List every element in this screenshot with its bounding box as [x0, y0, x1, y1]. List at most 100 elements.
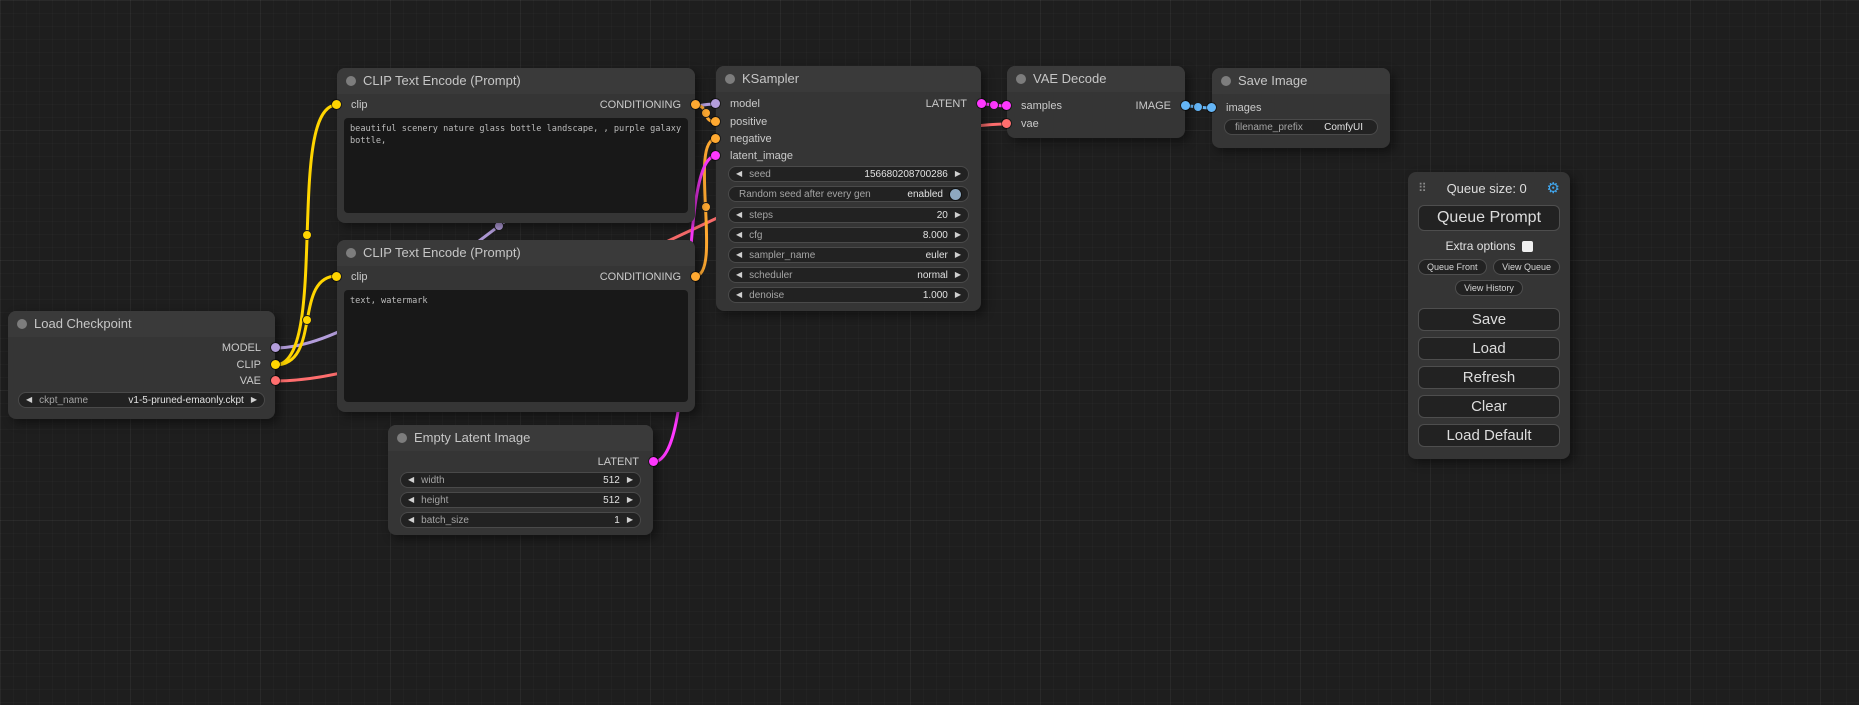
node-clip-text-encode-negative[interactable]: CLIP Text Encode (Prompt) clip CONDITION… [337, 240, 695, 412]
decrement-arrow-icon[interactable]: ◀ [408, 512, 414, 528]
filename-prefix-widget[interactable]: filename_prefix ComfyUI [1224, 119, 1378, 135]
collapse-dot-icon[interactable] [725, 74, 735, 84]
collapse-dot-icon[interactable] [346, 76, 356, 86]
decrement-arrow-icon[interactable]: ◀ [736, 287, 742, 303]
clip-input-port[interactable] [332, 272, 341, 281]
input-samples-label: samples [1021, 99, 1062, 113]
widget-value: 512 [603, 495, 620, 506]
load-default-button[interactable]: Load Default [1418, 424, 1560, 447]
latent-output-port[interactable] [977, 99, 986, 108]
increment-arrow-icon[interactable]: ▶ [955, 287, 961, 303]
seed-widget[interactable]: ◀ seed 156680208700286 ▶ [728, 166, 969, 182]
decrement-arrow-icon[interactable]: ◀ [26, 392, 32, 408]
cfg-widget[interactable]: ◀ cfg 8.000 ▶ [728, 227, 969, 243]
decrement-arrow-icon[interactable]: ◀ [736, 207, 742, 223]
conditioning-output-port[interactable] [691, 272, 700, 281]
images-input-port[interactable] [1207, 103, 1216, 112]
refresh-button[interactable]: Refresh [1418, 366, 1560, 389]
random-seed-toggle-widget[interactable]: Random seed after every gen enabled [728, 186, 969, 202]
negative-input-port[interactable] [711, 134, 720, 143]
vae-output-port[interactable] [271, 376, 280, 385]
decrement-arrow-icon[interactable]: ◀ [408, 492, 414, 508]
positive-input-port[interactable] [711, 117, 720, 126]
node-title-bar[interactable]: Load Checkpoint [8, 311, 275, 337]
collapse-dot-icon[interactable] [1016, 74, 1026, 84]
extra-options-checkbox[interactable] [1522, 241, 1533, 252]
clip-output-port[interactable] [271, 360, 280, 369]
steps-widget[interactable]: ◀ steps 20 ▶ [728, 207, 969, 223]
batch-size-widget[interactable]: ◀ batch_size 1 ▶ [400, 512, 641, 528]
node-vae-decode[interactable]: VAE Decode samples vae IMAGE [1007, 66, 1185, 138]
node-title-bar[interactable]: Save Image [1212, 68, 1390, 94]
model-input-port[interactable] [711, 99, 720, 108]
conditioning-output-port[interactable] [691, 100, 700, 109]
ckpt-name-widget[interactable]: ◀ ckpt_name v1-5-pruned-emaonly.ckpt ▶ [18, 392, 265, 408]
increment-arrow-icon[interactable]: ▶ [955, 166, 961, 182]
save-button[interactable]: Save [1418, 308, 1560, 331]
view-queue-button[interactable]: View Queue [1493, 259, 1560, 275]
increment-arrow-icon[interactable]: ▶ [251, 392, 257, 408]
decrement-arrow-icon[interactable]: ◀ [736, 166, 742, 182]
view-history-button[interactable]: View History [1455, 280, 1523, 296]
collapse-dot-icon[interactable] [17, 319, 27, 329]
increment-arrow-icon[interactable]: ▶ [627, 472, 633, 488]
node-title-bar[interactable]: CLIP Text Encode (Prompt) [337, 240, 695, 266]
node-title-bar[interactable]: CLIP Text Encode (Prompt) [337, 68, 695, 94]
increment-arrow-icon[interactable]: ▶ [627, 492, 633, 508]
clip-input-port[interactable] [332, 100, 341, 109]
collapse-dot-icon[interactable] [346, 248, 356, 258]
node-title-bar[interactable]: Empty Latent Image [388, 425, 653, 451]
width-widget[interactable]: ◀ width 512 ▶ [400, 472, 641, 488]
node-save-image[interactable]: Save Image images filename_prefix ComfyU… [1212, 68, 1390, 148]
collapse-dot-icon[interactable] [1221, 76, 1231, 86]
node-ksampler[interactable]: KSampler model positive negative latent_… [716, 66, 981, 311]
decrement-arrow-icon[interactable]: ◀ [736, 267, 742, 283]
node-title-bar[interactable]: VAE Decode [1007, 66, 1185, 92]
model-output-port[interactable] [271, 343, 280, 352]
prompt-textarea[interactable]: text, watermark [344, 290, 688, 402]
widget-label: height [421, 495, 448, 506]
menu-header: ⠿ Queue size: 0 ⚙ [1418, 177, 1560, 199]
decrement-arrow-icon[interactable]: ◀ [736, 227, 742, 243]
increment-arrow-icon[interactable]: ▶ [955, 227, 961, 243]
output-latent-label: LATENT [926, 97, 967, 111]
node-title-bar[interactable]: KSampler [716, 66, 981, 92]
clear-button[interactable]: Clear [1418, 395, 1560, 418]
input-latent-image-label: latent_image [730, 149, 793, 163]
sampler-name-widget[interactable]: ◀ sampler_name euler ▶ [728, 247, 969, 263]
graph-canvas[interactable]: Load Checkpoint MODEL CLIP VAE ◀ ckpt_na… [0, 0, 1859, 705]
node-clip-text-encode-positive[interactable]: CLIP Text Encode (Prompt) clip CONDITION… [337, 68, 695, 223]
decrement-arrow-icon[interactable]: ◀ [736, 247, 742, 263]
link-midpoint-dot [702, 109, 711, 118]
samples-input-port[interactable] [1002, 101, 1011, 110]
node-load-checkpoint[interactable]: Load Checkpoint MODEL CLIP VAE ◀ ckpt_na… [8, 311, 275, 419]
denoise-widget[interactable]: ◀ denoise 1.000 ▶ [728, 287, 969, 303]
latent-output-port[interactable] [649, 457, 658, 466]
toggle-dot-icon[interactable] [950, 189, 961, 200]
extra-options-label: Extra options [1445, 239, 1515, 253]
input-images-label: images [1226, 101, 1261, 115]
queue-prompt-button[interactable]: Queue Prompt [1418, 205, 1560, 231]
increment-arrow-icon[interactable]: ▶ [955, 207, 961, 223]
node-empty-latent-image[interactable]: Empty Latent Image LATENT ◀ width 512 ▶ … [388, 425, 653, 535]
increment-arrow-icon[interactable]: ▶ [955, 247, 961, 263]
node-title: Save Image [1238, 73, 1307, 88]
height-widget[interactable]: ◀ height 512 ▶ [400, 492, 641, 508]
widget-label: denoise [749, 290, 784, 301]
increment-arrow-icon[interactable]: ▶ [955, 267, 961, 283]
latent-image-input-port[interactable] [711, 151, 720, 160]
queue-front-button[interactable]: Queue Front [1418, 259, 1487, 275]
vae-input-port[interactable] [1002, 119, 1011, 128]
image-output-port[interactable] [1181, 101, 1190, 110]
settings-gear-icon[interactable]: ⚙ [1547, 181, 1560, 196]
drag-handle-icon[interactable]: ⠿ [1418, 181, 1427, 195]
load-button[interactable]: Load [1418, 337, 1560, 360]
input-clip-label: clip [351, 270, 368, 284]
scheduler-widget[interactable]: ◀ scheduler normal ▶ [728, 267, 969, 283]
node-title: KSampler [742, 71, 799, 86]
prompt-textarea[interactable]: beautiful scenery nature glass bottle la… [344, 118, 688, 213]
increment-arrow-icon[interactable]: ▶ [627, 512, 633, 528]
collapse-dot-icon[interactable] [397, 433, 407, 443]
decrement-arrow-icon[interactable]: ◀ [408, 472, 414, 488]
widget-label: filename_prefix [1235, 122, 1303, 133]
